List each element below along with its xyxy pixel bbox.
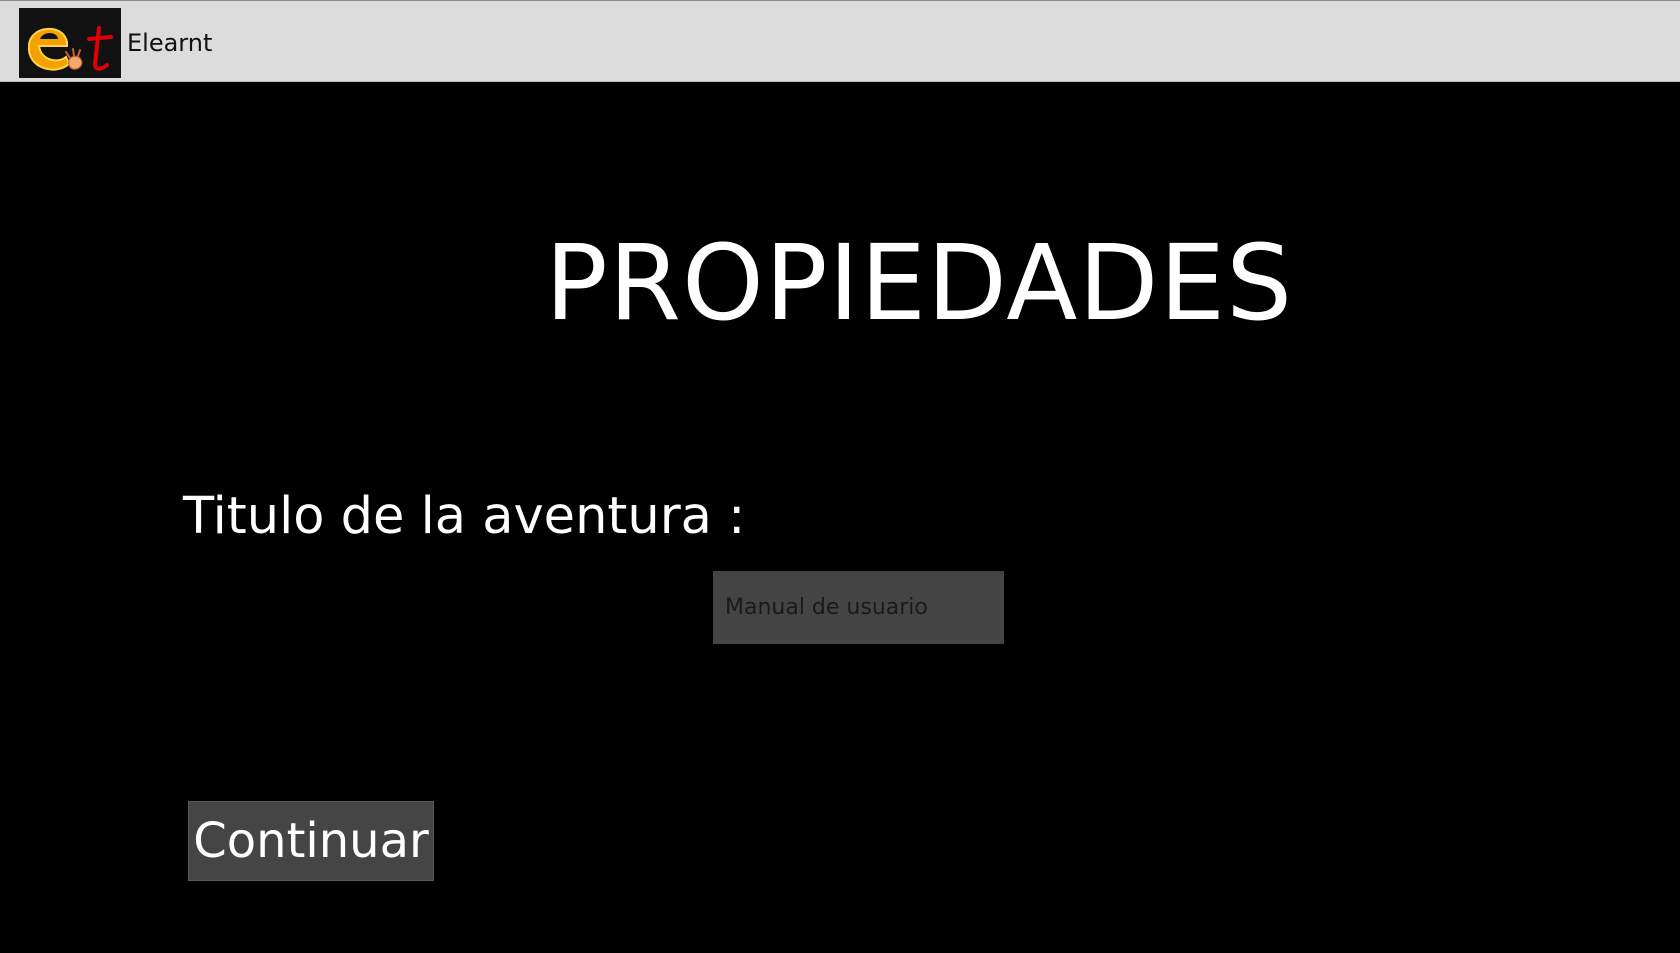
page-title: PROPIEDADES [545, 222, 1294, 344]
adventure-title-label: Titulo de la aventura : [183, 487, 746, 546]
app-window: Elearnt PROPIEDADES Titulo de la aventur… [0, 0, 1680, 953]
continue-button[interactable]: Continuar [188, 801, 434, 881]
elearnt-logo-icon [19, 8, 121, 78]
app-title: Elearnt [127, 29, 213, 57]
adventure-title-input[interactable] [713, 571, 1004, 644]
title-bar: Elearnt [0, 0, 1680, 82]
